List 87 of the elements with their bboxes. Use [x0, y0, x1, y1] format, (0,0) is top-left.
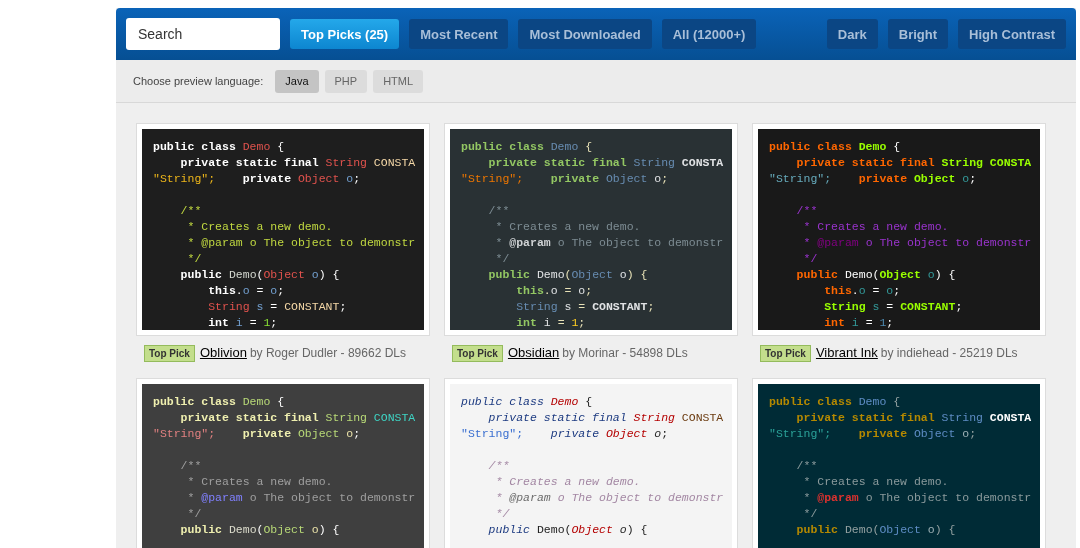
- code-line: public Demo(Object o) {: [795, 268, 956, 281]
- code-line: /**: [795, 204, 818, 217]
- theme-name-link[interactable]: Vibrant Ink: [815, 345, 878, 360]
- code-line: */: [186, 507, 202, 520]
- code-line: public class Demo {: [769, 140, 901, 153]
- theme-filter-tab[interactable]: High Contrast: [958, 19, 1066, 49]
- code-line: * @param o The object to demonstr: [802, 491, 1032, 504]
- code-line: */: [494, 507, 510, 520]
- code-line: */: [186, 252, 202, 265]
- code-line: private Object o;: [549, 172, 669, 185]
- code-line: public Demo(Object o) {: [487, 523, 648, 536]
- code-line: public class Demo {: [461, 395, 593, 408]
- code-line: /**: [179, 459, 202, 472]
- code-line: * @param o The object to demonstr: [802, 236, 1032, 249]
- code-line: /**: [795, 459, 818, 472]
- language-option[interactable]: PHP: [324, 69, 368, 93]
- code-line: public Demo(Object o) {: [179, 268, 340, 281]
- code-line: int i = 1;: [823, 316, 894, 329]
- code-string: "String";: [153, 172, 216, 185]
- code-line: * @param o The object to demonstr: [186, 236, 416, 249]
- author-text: by indiehead - 25219 DLs: [880, 346, 1018, 360]
- code-line: int i = 1;: [207, 316, 278, 329]
- code-line: * Creates a new demo.: [186, 220, 333, 233]
- author-text: by Roger Dudler - 89662 DLs: [249, 346, 406, 360]
- language-option[interactable]: Java: [275, 69, 319, 93]
- search-field[interactable]: Search: [126, 18, 280, 50]
- code-line: private static final String CONSTA: [487, 411, 724, 424]
- code-line: String s = CONSTANT;: [515, 300, 655, 313]
- filter-tab[interactable]: All (12000+): [661, 19, 757, 49]
- code-string: "String";: [769, 172, 832, 185]
- code-line: private Object o;: [549, 427, 669, 440]
- code-line: */: [494, 252, 510, 265]
- filter-tab[interactable]: Top Picks (25): [290, 19, 400, 49]
- top-pick-badge: Top Pick: [452, 345, 503, 362]
- code-line: */: [802, 252, 818, 265]
- theme-filter-tab[interactable]: Dark: [826, 19, 878, 49]
- code-line: * Creates a new demo.: [802, 220, 949, 233]
- code-line: * Creates a new demo.: [186, 475, 333, 488]
- code-line: this.o = o;: [207, 284, 285, 297]
- theme-filter-tab[interactable]: Bright: [887, 19, 949, 49]
- theme-preview-card[interactable]: public class Demo { private static final String CONSTA "String"; private Object o; /** * Creates a new demo. * @param o The object to demonstr */ public Demo(Object o) {: [752, 378, 1046, 548]
- theme-preview-card[interactable]: public class Demo { private static final String CONSTA "String"; private Object o; /** * Creates a new demo. * @param o The object to demonstr */ public Demo(Object o) {: [444, 378, 738, 548]
- top-pick-badge: Top Pick: [760, 345, 811, 362]
- code-line: public Demo(Object o) {: [795, 523, 956, 536]
- code-line: */: [802, 507, 818, 520]
- code-line: int i = 1;: [515, 316, 586, 329]
- code-line: * @param o The object to demonstr: [494, 491, 724, 504]
- code-line: this.o = o;: [823, 284, 901, 297]
- code-line: private static final String CONSTA: [487, 156, 724, 169]
- code-line: private static final String CONSTA: [179, 156, 416, 169]
- code-line: private Object o;: [241, 172, 361, 185]
- code-line: public class Demo {: [153, 395, 285, 408]
- code-line: private Object o;: [857, 172, 977, 185]
- code-line: public class Demo {: [769, 395, 901, 408]
- code-line: public Demo(Object o) {: [487, 268, 648, 281]
- code-line: * @param o The object to demonstr: [186, 491, 416, 504]
- code-line: private static final String CONSTA: [795, 156, 1032, 169]
- code-line: String s = CONSTANT;: [207, 300, 347, 313]
- author-text: by Morinar - 54898 DLs: [562, 346, 688, 360]
- code-line: public Demo(Object o) {: [179, 523, 340, 536]
- code-line: * Creates a new demo.: [494, 475, 641, 488]
- code-string: "String";: [461, 427, 524, 440]
- theme-name-link[interactable]: Oblivion: [199, 345, 247, 360]
- code-line: * @param o The object to demonstr: [494, 236, 724, 249]
- code-line: public class Demo {: [461, 140, 593, 153]
- code-line: private Object o;: [857, 427, 977, 440]
- theme-name-link[interactable]: Obsidian: [507, 345, 560, 360]
- top-pick-badge: Top Pick: [144, 345, 195, 362]
- language-option[interactable]: HTML: [373, 69, 424, 93]
- code-line: * Creates a new demo.: [802, 475, 949, 488]
- code-line: private static final String CONSTA: [179, 411, 416, 424]
- code-line: String s = CONSTANT;: [823, 300, 963, 313]
- code-line: /**: [487, 459, 510, 472]
- code-string: "String";: [461, 172, 524, 185]
- code-line: /**: [487, 204, 510, 217]
- code-line: this.o = o;: [515, 284, 593, 297]
- code-line: /**: [179, 204, 202, 217]
- code-line: * Creates a new demo.: [494, 220, 641, 233]
- code-string: "String";: [153, 427, 216, 440]
- code-line: public class Demo {: [153, 140, 285, 153]
- filter-tab[interactable]: Most Recent: [409, 19, 509, 49]
- filter-tab[interactable]: Most Downloaded: [518, 19, 652, 49]
- code-line: private Object o;: [241, 427, 361, 440]
- code-string: "String";: [769, 427, 832, 440]
- code-line: private static final String CONSTA: [795, 411, 1032, 424]
- theme-preview-card[interactable]: public class Demo { private static final String CONSTA "String"; private Object o; /** * Creates a new demo. * @param o The object to demonstr */ public Demo(Object o) {: [136, 378, 430, 548]
- language-label: Choose preview language:: [133, 75, 264, 87]
